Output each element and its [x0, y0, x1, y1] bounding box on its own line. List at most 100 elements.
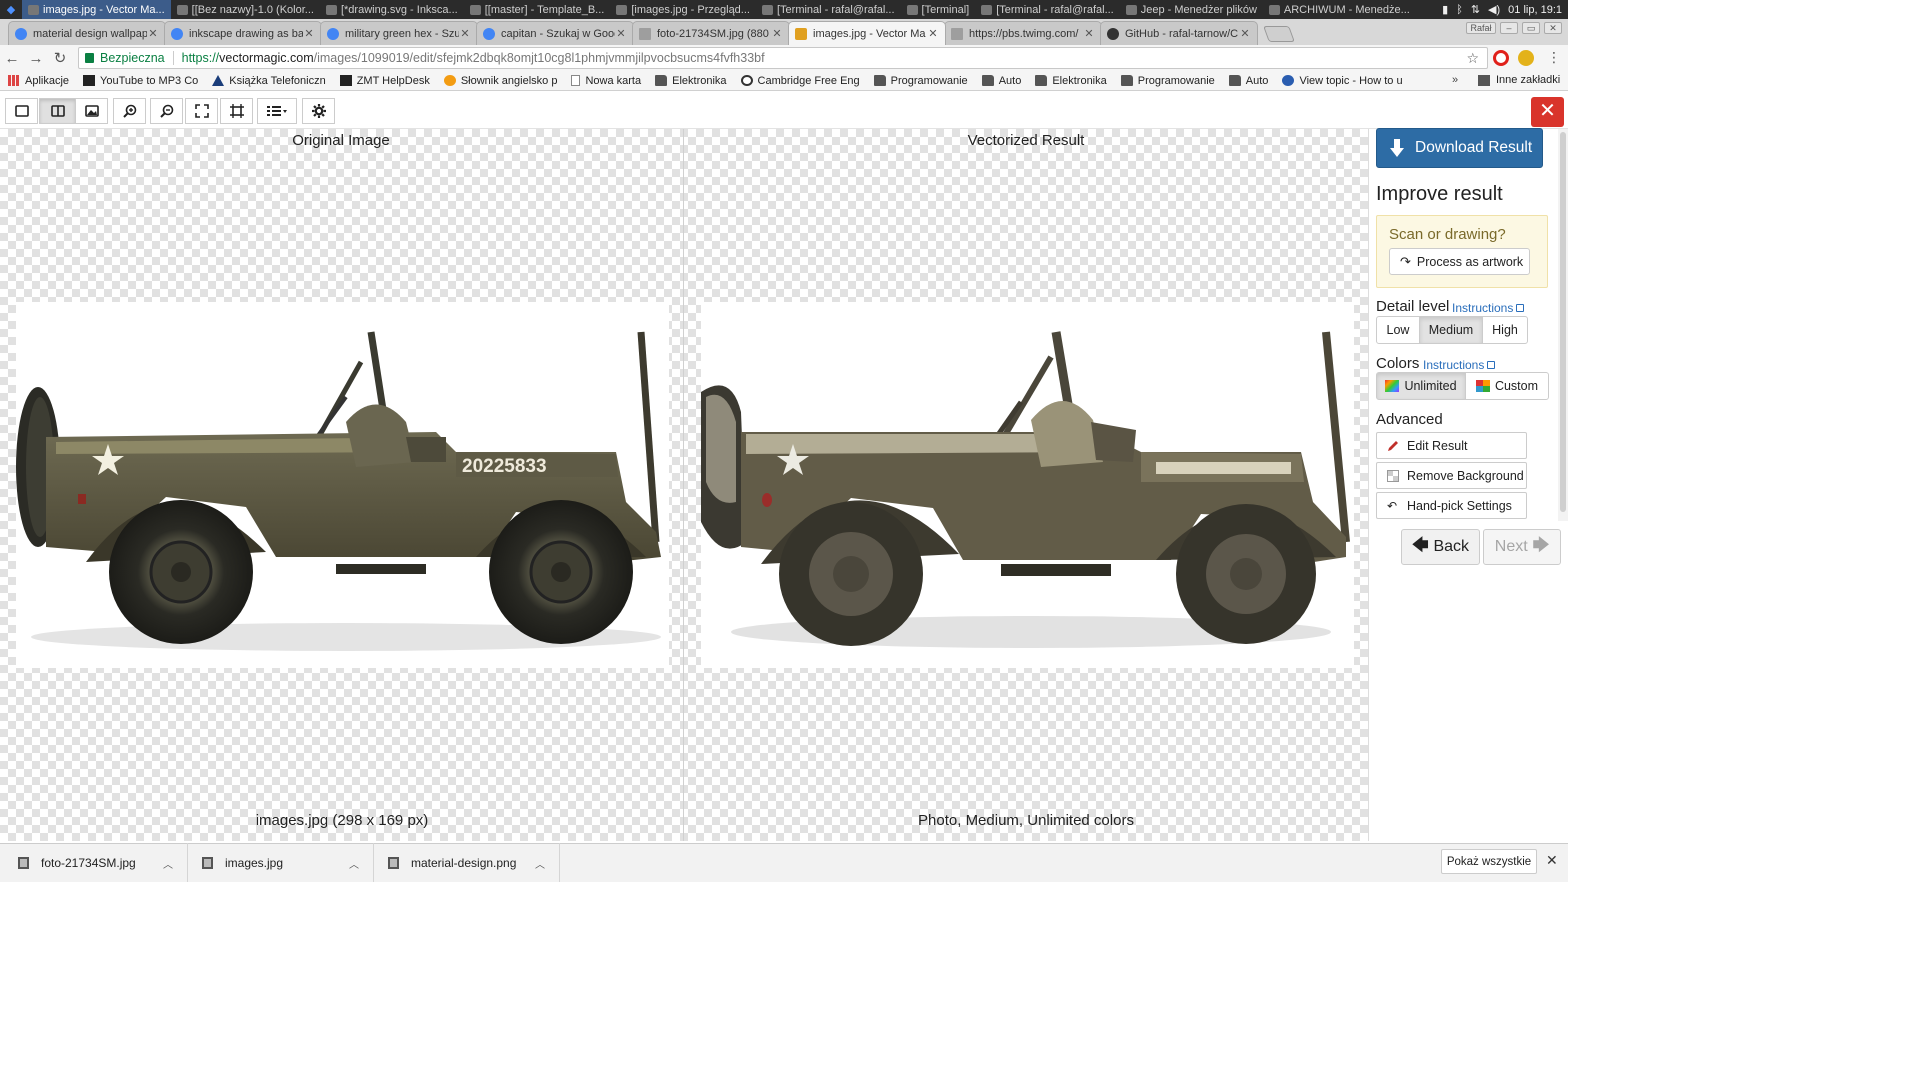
bookmark-folder[interactable]: Auto	[981, 75, 1021, 87]
close-shelf-icon[interactable]: ✕	[1546, 852, 1558, 869]
window-icon	[761, 4, 773, 15]
panel-scrollbar-thumb[interactable]	[1560, 132, 1566, 512]
bookmark[interactable]: View topic - How to u	[1282, 75, 1403, 87]
browser-tab[interactable]: military green hex - Szu ✕	[320, 21, 478, 45]
chevron-up-icon[interactable]: ︿	[535, 856, 545, 871]
other-bookmarks[interactable]: Inne zakładki	[1478, 74, 1560, 86]
close-tab-icon[interactable]: ✕	[771, 27, 783, 40]
bookmark[interactable]: Słownik angielsko p	[443, 75, 557, 87]
minimize-icon[interactable]: –	[1500, 22, 1518, 34]
single-view-button[interactable]	[5, 98, 38, 124]
bookmark-apps[interactable]: Aplikacje	[8, 75, 69, 87]
remove-background-button[interactable]: Remove Background	[1376, 462, 1527, 489]
new-tab-button[interactable]	[1263, 26, 1295, 42]
os-task[interactable]: [[master] - Template_B...	[464, 0, 611, 19]
network-icon[interactable]: ⇅	[1471, 3, 1480, 16]
os-task[interactable]: [images.jpg - Przegląd...	[610, 0, 756, 19]
browser-tab[interactable]: GitHub - rafal-tarnow/C ✕	[1100, 21, 1258, 45]
bookmark-star-icon[interactable]: ☆	[1466, 50, 1479, 67]
detail-medium-button[interactable]: Medium	[1419, 316, 1483, 344]
show-all-downloads-button[interactable]: Pokaż wszystkie	[1441, 849, 1537, 874]
browser-tab[interactable]: inkscape drawing as ba ✕	[164, 21, 322, 45]
browser-tab-active[interactable]: images.jpg - Vector Ma ✕	[788, 21, 946, 45]
zoom-out-button[interactable]	[150, 98, 183, 124]
bookmark-folder[interactable]: Elektronika	[1035, 75, 1107, 87]
browser-tab[interactable]: https://pbs.twimg.com/✕	[944, 21, 1102, 45]
bookmark[interactable]: Nowa karta	[571, 75, 641, 87]
browser-menu-icon[interactable]: ⋮	[1547, 49, 1561, 66]
vectorized-image[interactable]	[701, 302, 1354, 668]
pane-divider[interactable]	[683, 129, 684, 841]
bookmark-folder[interactable]: Programowanie	[873, 75, 968, 87]
back-button[interactable]: 🡄 Back	[1401, 529, 1480, 565]
folder-icon	[1228, 75, 1241, 86]
hand-pick-settings-button[interactable]: ↶ Hand-pick Settings	[1376, 492, 1527, 519]
chevron-up-icon[interactable]: ︿	[163, 856, 173, 871]
bookmark-folder[interactable]: Elektronika	[655, 75, 727, 87]
original-image[interactable]: 20225833	[16, 302, 669, 668]
fit-screen-button[interactable]	[185, 98, 218, 124]
chevron-up-icon[interactable]: ︿	[349, 856, 359, 871]
settings-button[interactable]	[302, 98, 335, 124]
reload-icon[interactable]: ↻	[48, 49, 72, 67]
back-arrow-icon[interactable]: ←	[0, 50, 24, 67]
bookmark-folder[interactable]: Programowanie	[1120, 75, 1215, 87]
colors-instructions-link[interactable]: Instructions	[1423, 358, 1496, 372]
extension-icon[interactable]	[1518, 50, 1534, 66]
more-bookmarks-icon[interactable]: »	[1452, 74, 1458, 86]
close-tab-icon[interactable]: ✕	[459, 27, 471, 40]
clock[interactable]: 01 lip, 19:1	[1508, 4, 1562, 16]
maximize-icon[interactable]: ▭	[1522, 22, 1540, 34]
address-bar[interactable]: Bezpieczna https://vectormagic.com/image…	[78, 47, 1488, 69]
bookmark[interactable]: Cambridge Free Eng	[740, 75, 860, 87]
download-result-button[interactable]: Download Result	[1376, 128, 1543, 168]
process-as-artwork-button[interactable]: ↷ Process as artwork	[1389, 248, 1530, 275]
actual-size-button[interactable]	[220, 98, 253, 124]
os-task[interactable]: [Terminal]	[901, 0, 976, 19]
os-task[interactable]: [[Bez nazwy]-1.0 (Kolor...	[171, 0, 320, 19]
os-menu-icon[interactable]: ◆	[0, 0, 22, 19]
browser-tab[interactable]: material design wallpap ✕	[8, 21, 166, 45]
bookmark[interactable]: YouTube to MP3 Co	[83, 75, 198, 87]
os-task[interactable]: images.jpg - Vector Ma...	[22, 0, 171, 19]
close-tab-icon[interactable]: ✕	[303, 27, 315, 40]
browser-tab[interactable]: foto-21734SM.jpg (880 ✕	[632, 21, 790, 45]
detail-instructions-link[interactable]: Instructions	[1452, 301, 1525, 315]
download-item[interactable]: foto-21734SM.jpg ︿	[0, 843, 188, 882]
os-task[interactable]: Jeep - Menedżer plików	[1120, 0, 1263, 19]
download-item[interactable]: material-design.png ︿	[370, 843, 560, 882]
detail-high-button[interactable]: High	[1482, 316, 1528, 344]
browser-tab[interactable]: capitan - Szukaj w Goog ✕	[476, 21, 634, 45]
edit-result-button[interactable]: Edit Result	[1376, 432, 1527, 459]
close-tab-icon[interactable]: ✕	[615, 27, 627, 40]
os-task[interactable]: [*drawing.svg - Inksca...	[320, 0, 464, 19]
detail-low-button[interactable]: Low	[1376, 316, 1420, 344]
split-view-button[interactable]	[39, 98, 76, 124]
bookmark[interactable]: Książka Telefoniczn	[212, 75, 326, 87]
image-view-button[interactable]	[75, 98, 108, 124]
bookmark-folder[interactable]: Auto	[1228, 75, 1268, 87]
colors-unlimited-button[interactable]: Unlimited	[1376, 372, 1466, 400]
zoom-in-button[interactable]	[113, 98, 146, 124]
close-tab-icon[interactable]: ✕	[927, 27, 939, 40]
colors-custom-button[interactable]: Custom	[1465, 372, 1549, 400]
bookmark[interactable]: ZMT HelpDesk	[339, 75, 430, 87]
view-options-dropdown[interactable]	[257, 98, 297, 124]
close-tab-icon[interactable]: ✕	[1083, 27, 1095, 40]
os-task[interactable]: ARCHIWUM - Menedże...	[1263, 0, 1416, 19]
next-button[interactable]: Next 🡆	[1483, 529, 1561, 565]
profile-badge[interactable]: Rafał	[1466, 22, 1496, 34]
bluetooth-icon[interactable]: ᛒ	[1456, 4, 1463, 16]
close-window-icon[interactable]: ✕	[1544, 22, 1562, 34]
opera-extension-icon[interactable]	[1493, 50, 1509, 66]
close-editor-button[interactable]: ✕	[1531, 97, 1564, 127]
viewtopic-icon	[1282, 75, 1295, 86]
os-task[interactable]: [Terminal - rafal@rafal...	[975, 0, 1120, 19]
close-tab-icon[interactable]: ✕	[1239, 27, 1251, 40]
battery-icon[interactable]: ▮	[1442, 3, 1448, 16]
forward-arrow-icon[interactable]: →	[24, 50, 48, 67]
volume-icon[interactable]: ◀)	[1488, 3, 1500, 16]
os-task[interactable]: [Terminal - rafal@rafal...	[756, 0, 901, 19]
download-item[interactable]: images.jpg ︿	[184, 843, 374, 882]
close-tab-icon[interactable]: ✕	[147, 27, 159, 40]
